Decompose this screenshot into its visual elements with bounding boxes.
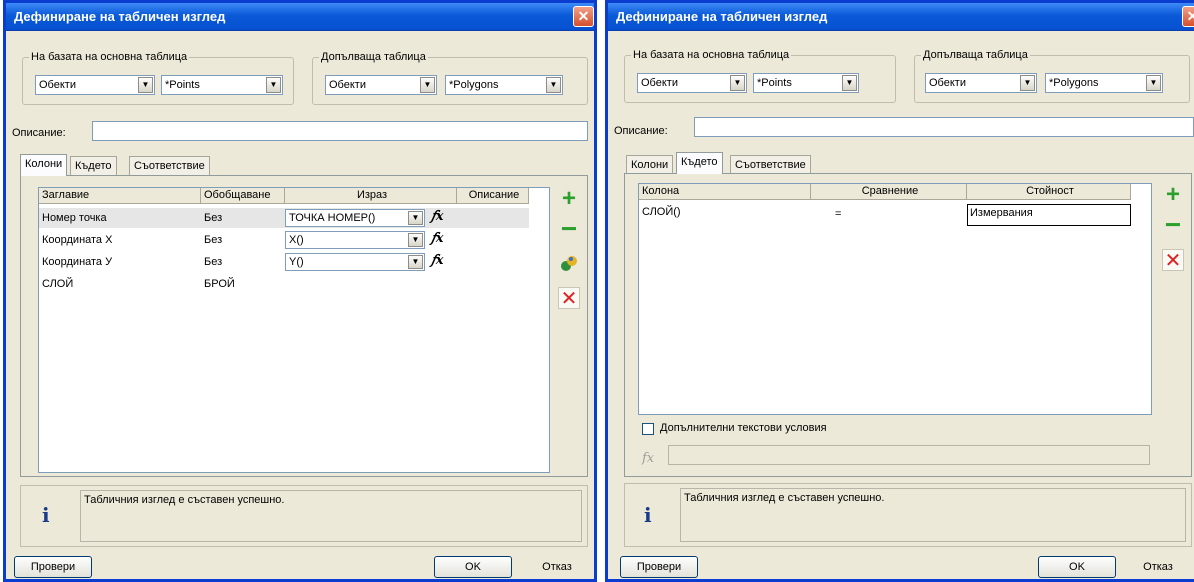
table-cell: Номер точка (42, 212, 107, 224)
tab-mapping[interactable]: Съответствие (730, 155, 811, 175)
expression-select[interactable]: ТОЧКА НОМЕР() ▼ (285, 209, 425, 227)
extra-conditions-label: Допълнителни текстови условия (660, 422, 827, 434)
description-label: Описание: (12, 127, 66, 139)
join-table-select[interactable]: *Polygons ▼ (445, 75, 563, 95)
table-cell: СЛОЙ() (642, 206, 681, 218)
column-header-column[interactable]: Колона (639, 184, 811, 200)
check-button[interactable]: Провери (14, 556, 92, 578)
edit-icon[interactable] (558, 253, 580, 275)
status-message: Табличния изглед е съставен успешно. (680, 488, 1186, 542)
description-input[interactable] (694, 117, 1194, 137)
column-header-comparison[interactable]: Сравнение (811, 184, 967, 200)
delete-condition-button[interactable]: ✕ (1162, 249, 1184, 272)
column-header-title[interactable]: Заглавие (39, 188, 201, 204)
join-group-label: Допълваща таблица (319, 51, 428, 63)
remove-condition-button[interactable]: − (1162, 211, 1184, 239)
columns-grid[interactable]: Заглавие Обобщаване Израз Описание Номер… (38, 187, 550, 473)
chevron-down-icon: ▼ (1020, 75, 1035, 91)
chevron-down-icon: ▼ (1146, 75, 1161, 91)
condition-value-input[interactable]: Измервания (967, 204, 1131, 226)
chevron-down-icon: ▼ (266, 77, 281, 93)
expression-select[interactable]: Y() ▼ (285, 253, 425, 271)
chevron-down-icon: ▼ (138, 77, 153, 93)
table-cell: БРОЙ (204, 278, 235, 290)
tab-columns[interactable]: Колони (626, 155, 674, 175)
chevron-down-icon: ▼ (730, 75, 745, 91)
chevron-down-icon: ▼ (420, 77, 435, 93)
column-header-expression[interactable]: Израз (285, 188, 457, 204)
check-button[interactable]: Провери (620, 556, 698, 578)
dialog-right: Дефиниране на табличен изглед ✕ На базат… (605, 0, 1194, 582)
delete-column-button[interactable]: ✕ (558, 287, 580, 310)
base-group-label: На базата на основна таблица (631, 49, 792, 61)
dialog-title: Дефиниране на табличен изглед (6, 3, 594, 31)
dialog-title: Дефиниране на табличен изглед (608, 3, 1194, 31)
fx-icon[interactable]: 𝑓x (431, 231, 444, 246)
description-input[interactable] (92, 121, 588, 141)
add-condition-button[interactable]: + (1162, 183, 1184, 207)
join-table-select[interactable]: *Polygons ▼ (1045, 73, 1163, 93)
cancel-button[interactable]: Отказ (1122, 556, 1194, 578)
expression-select[interactable]: X() ▼ (285, 231, 425, 249)
status-message: Табличния изглед е съставен успешно. (80, 490, 582, 542)
fx-icon[interactable]: 𝑓x (431, 253, 444, 268)
table-cell: Координата X (42, 234, 113, 246)
chevron-down-icon: ▼ (408, 233, 423, 247)
add-column-button[interactable]: + (558, 187, 580, 211)
base-table-group: На базата на основна таблица Обекти ▼ *Po… (22, 51, 294, 105)
ok-button[interactable]: OK (1038, 556, 1116, 578)
fx-icon[interactable]: 𝑓x (431, 209, 444, 224)
ok-button[interactable]: OK (434, 556, 512, 578)
base-type-select[interactable]: Обекти ▼ (35, 75, 155, 95)
fx-icon[interactable]: 𝑓x (642, 451, 654, 466)
column-header-aggregation[interactable]: Обобщаване (201, 188, 285, 204)
join-type-select[interactable]: Обекти ▼ (925, 73, 1037, 93)
join-table-group: Допълваща таблица Обекти ▼ *Polygons ▼ (914, 49, 1190, 103)
join-table-group: Допълваща таблица Обекти ▼ *Polygons ▼ (312, 51, 588, 105)
remove-column-button[interactable]: − (558, 215, 580, 243)
table-cell: Координата У (42, 256, 113, 268)
tab-mapping[interactable]: Съответствие (129, 156, 210, 176)
close-icon[interactable]: ✕ (573, 6, 594, 27)
tab-columns[interactable]: Колони (20, 154, 68, 176)
join-type-select[interactable]: Обекти ▼ (325, 75, 437, 95)
info-icon: i (644, 503, 652, 527)
conditions-grid[interactable]: Колона Сравнение Стойност СЛОЙ() = Измер… (638, 183, 1152, 415)
base-table-select[interactable]: *Points ▼ (753, 73, 859, 93)
table-cell: СЛОЙ (42, 278, 74, 290)
close-icon[interactable]: ✕ (1182, 6, 1194, 27)
extra-conditions-checkbox[interactable] (642, 423, 654, 435)
base-table-select[interactable]: *Points ▼ (161, 75, 283, 95)
extra-conditions-input[interactable] (668, 445, 1150, 465)
tab-where[interactable]: Където (676, 152, 723, 174)
base-group-label: На базата на основна таблица (29, 51, 190, 63)
table-cell: Без (204, 212, 223, 224)
description-label: Описание: (614, 125, 668, 137)
join-group-label: Допълваща таблица (921, 49, 1030, 61)
table-row-selected[interactable] (39, 208, 529, 228)
chevron-down-icon: ▼ (408, 211, 423, 225)
table-cell: = (835, 208, 842, 220)
chevron-down-icon: ▼ (408, 255, 423, 269)
base-type-select[interactable]: Обекти ▼ (637, 73, 747, 93)
table-cell: Без (204, 256, 223, 268)
chevron-down-icon: ▼ (546, 77, 561, 93)
dialog-left: Дефиниране на табличен изглед ✕ На базат… (3, 0, 597, 582)
cancel-button[interactable]: Отказ (518, 556, 594, 578)
table-cell: Без (204, 234, 223, 246)
chevron-down-icon: ▼ (842, 75, 857, 91)
column-header-description[interactable]: Описание (457, 188, 529, 204)
info-icon: i (42, 503, 50, 527)
tab-where[interactable]: Където (70, 156, 117, 176)
base-table-group: На базата на основна таблица Обекти ▼ *Po… (624, 49, 896, 103)
column-header-value[interactable]: Стойност (967, 184, 1131, 200)
